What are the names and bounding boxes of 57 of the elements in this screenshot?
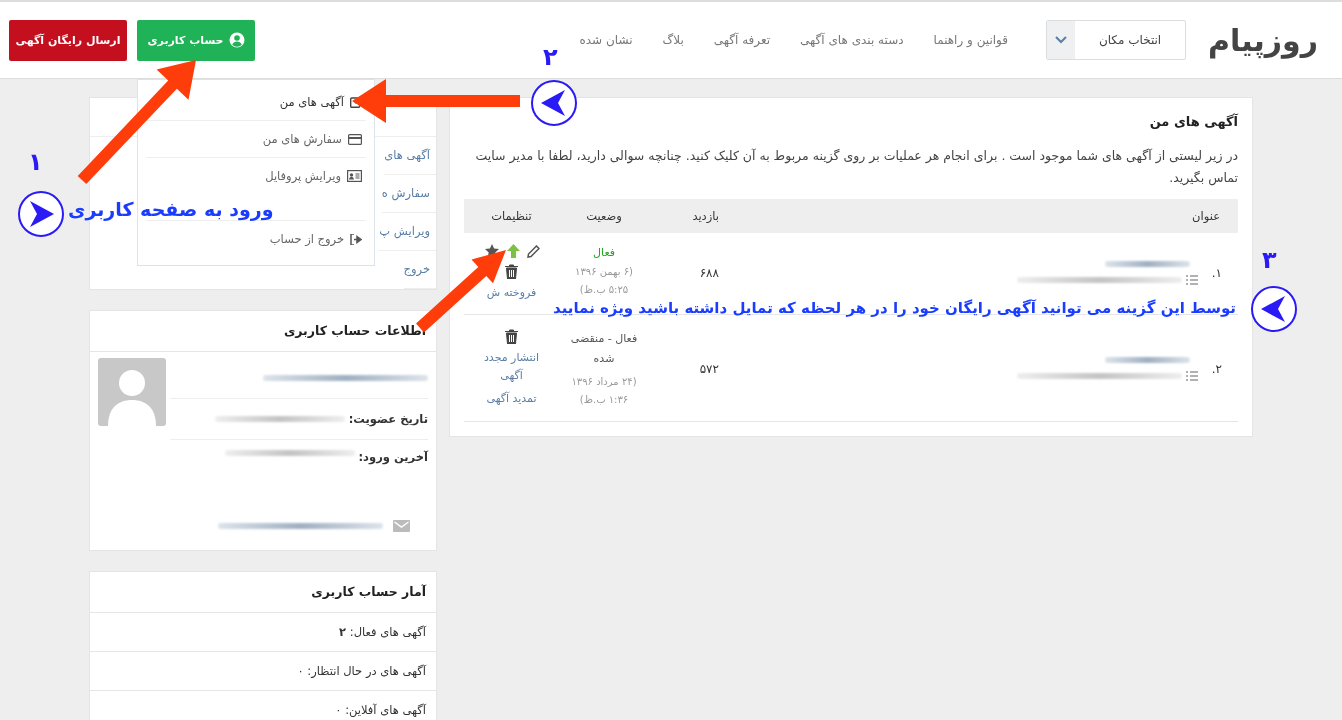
stat-text: آگهی های در حال انتظار: ۰ xyxy=(297,664,426,678)
description-text: در زیر لیستی از آگهی های شما موجود است . برای انجام هر عملیات بر روی گزینه مربوط به آن کلیک کنید. چنانچه سوالی دارید، لطفا با مدیر سایت تماس بگیرید. xyxy=(474,147,1238,188)
envelope-icon xyxy=(393,520,410,532)
nav-link[interactable]: قوانین و راهنما xyxy=(933,33,1009,47)
card-title: آگهی های من xyxy=(1148,114,1238,129)
trash-icon[interactable] xyxy=(505,264,518,279)
list-icon xyxy=(1186,371,1198,381)
date-text: (۶ بهمن ۱۳۹۶ ۵:۲۵ ب.ظ) xyxy=(574,265,634,297)
list-icon xyxy=(1186,274,1198,285)
site-logo[interactable]: روزپیام xyxy=(1208,22,1318,58)
field-label: تاریخ عضویت: xyxy=(348,412,428,426)
column-header: عنوان xyxy=(1191,209,1221,223)
view-count: ۶۸۸ xyxy=(699,265,719,280)
pointer-circle-icon xyxy=(17,190,65,238)
field-label: آخرین ورود: xyxy=(358,450,428,464)
nav-link[interactable]: تعرفه آگهی xyxy=(713,33,771,47)
menu-item[interactable]: ویرایش پروفایل xyxy=(146,158,366,194)
location-select[interactable]: انتخاب مکان xyxy=(1046,20,1187,60)
stat-text: آگهی های آفلاین: ۰ xyxy=(335,703,426,717)
step-number: ۳ xyxy=(1262,248,1277,272)
nav-link[interactable]: بلاگ xyxy=(662,33,684,47)
sidebar-link[interactable]: ویرایش پ xyxy=(379,213,436,250)
action-link[interactable]: فروخته ش xyxy=(479,284,544,302)
avatar-placeholder xyxy=(98,358,166,426)
id-card-icon xyxy=(347,170,362,182)
date-text: (۲۴ مرداد ۱۳۹۶ ۱:۳۶ ب.ظ) xyxy=(570,375,638,407)
menu-item[interactable]: خروج از حساب xyxy=(146,220,366,257)
annotation-text: توسط این گزینه می توانید آگهی رایگان خود را در هر لحظه که تمایل داشته باشید ویژه نمایید xyxy=(553,299,1236,317)
account-button[interactable]: حساب کاربری xyxy=(137,19,255,61)
sidebar-link[interactable]: آگهی های xyxy=(384,137,436,174)
row-number: ۲. xyxy=(1210,362,1222,376)
sign-out-icon xyxy=(350,233,362,245)
sidebar-link[interactable]: خروج xyxy=(403,251,436,288)
user-icon xyxy=(228,32,245,48)
sidebar-link[interactable]: سفارش ه xyxy=(381,175,436,212)
status-text: فعال xyxy=(593,246,615,259)
action-link[interactable]: انتشار مجدد آگهی xyxy=(479,349,544,385)
stat-text: آگهی های فعال: ۲ xyxy=(339,625,426,639)
view-count: ۵۷۲ xyxy=(699,362,719,376)
column-header: بازدید xyxy=(691,209,719,223)
post-ad-button[interactable]: ارسال رایگان آگهی xyxy=(9,19,127,61)
action-link[interactable]: تمدید آگهی xyxy=(479,390,544,408)
row-number: ۱. xyxy=(1210,265,1222,280)
card-icon xyxy=(348,133,362,145)
nav-link[interactable]: نشان شده xyxy=(579,33,633,47)
annotation-text: ورود به صفحه کاربری xyxy=(68,198,274,220)
menu-item[interactable]: سفارش های من xyxy=(146,121,366,158)
card-title: آمار حساب کاربری xyxy=(90,572,436,613)
chevron-down-icon xyxy=(1055,36,1068,44)
status-text: فعال - منقضی شده xyxy=(569,331,639,367)
trash-icon[interactable] xyxy=(505,329,518,344)
column-header: وضعیت xyxy=(585,209,623,223)
step-number: ۲ xyxy=(543,45,558,69)
column-header: تنظیمات xyxy=(490,209,533,223)
pencil-icon[interactable] xyxy=(526,244,540,258)
nav-link[interactable]: دسته بندی های آگهی xyxy=(800,33,904,47)
step-number: ۱ xyxy=(28,150,43,174)
